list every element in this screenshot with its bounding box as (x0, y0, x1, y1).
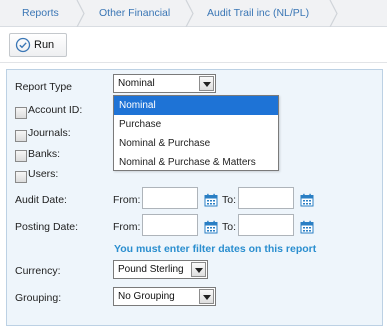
audit-date-to-input[interactable] (238, 187, 294, 209)
posting-date-from-label: From: (113, 221, 141, 233)
account-id-label: Account ID: (28, 104, 83, 116)
users-label: Users: (28, 168, 59, 180)
account-id-checkbox[interactable] (15, 107, 27, 119)
report-type-value: Nominal (118, 78, 155, 89)
breadcrumb-separator-icon (329, 0, 338, 27)
dropdown-option-nominal[interactable]: Nominal (114, 96, 278, 115)
users-checkbox[interactable] (15, 171, 27, 183)
journals-label: Journals: (28, 127, 71, 139)
run-button[interactable]: Run (9, 33, 67, 57)
filter-dates-warning: You must enter filter dates on this repo… (114, 243, 317, 255)
audit-date-to-label: To: (222, 194, 237, 206)
chevron-down-icon[interactable] (199, 76, 214, 91)
calendar-icon[interactable] (204, 193, 218, 207)
calendar-icon[interactable] (204, 220, 218, 234)
report-type-select[interactable]: Nominal (113, 74, 216, 93)
currency-value: Pound Sterling (118, 264, 184, 275)
check-circle-icon (15, 37, 31, 53)
posting-date-label: Posting Date: (15, 221, 79, 233)
report-type-dropdown-list: Nominal Purchase Nominal & Purchase Nomi… (113, 95, 279, 171)
calendar-icon[interactable] (300, 193, 314, 207)
breadcrumb: Reports Other Financial Audit Trail inc … (0, 0, 387, 27)
breadcrumb-reports[interactable]: Reports (22, 0, 59, 27)
chevron-down-icon[interactable] (199, 289, 214, 304)
posting-date-to-input[interactable] (238, 214, 294, 236)
breadcrumb-other-financial[interactable]: Other Financial (99, 0, 170, 27)
grouping-label: Grouping: (15, 292, 62, 304)
grouping-select[interactable]: No Grouping (113, 287, 216, 306)
currency-select[interactable]: Pound Sterling (113, 260, 208, 279)
breadcrumb-separator-icon (185, 0, 194, 27)
dropdown-option-purchase[interactable]: Purchase (114, 115, 278, 134)
currency-label: Currency: (15, 265, 61, 277)
audit-date-label: Audit Date: (15, 194, 67, 206)
dropdown-option-nominal-purchase[interactable]: Nominal & Purchase (114, 134, 278, 153)
breadcrumb-separator-icon (76, 0, 85, 27)
run-button-label: Run (34, 39, 55, 51)
posting-date-from-input[interactable] (142, 214, 198, 236)
breadcrumb-audit-trail[interactable]: Audit Trail inc (NL/PL) (207, 0, 309, 27)
grouping-value: No Grouping (118, 291, 175, 302)
banks-label: Banks: (28, 148, 61, 160)
audit-date-from-input[interactable] (142, 187, 198, 209)
toolbar: Run (0, 27, 387, 63)
report-type-label: Report Type (15, 81, 73, 93)
calendar-icon[interactable] (300, 220, 314, 234)
audit-date-from-label: From: (113, 194, 141, 206)
journals-checkbox[interactable] (15, 130, 27, 142)
banks-checkbox[interactable] (15, 150, 27, 162)
chevron-down-icon[interactable] (191, 262, 206, 277)
dropdown-option-nominal-purchase-matters[interactable]: Nominal & Purchase & Matters (114, 153, 278, 172)
posting-date-to-label: To: (222, 221, 237, 233)
